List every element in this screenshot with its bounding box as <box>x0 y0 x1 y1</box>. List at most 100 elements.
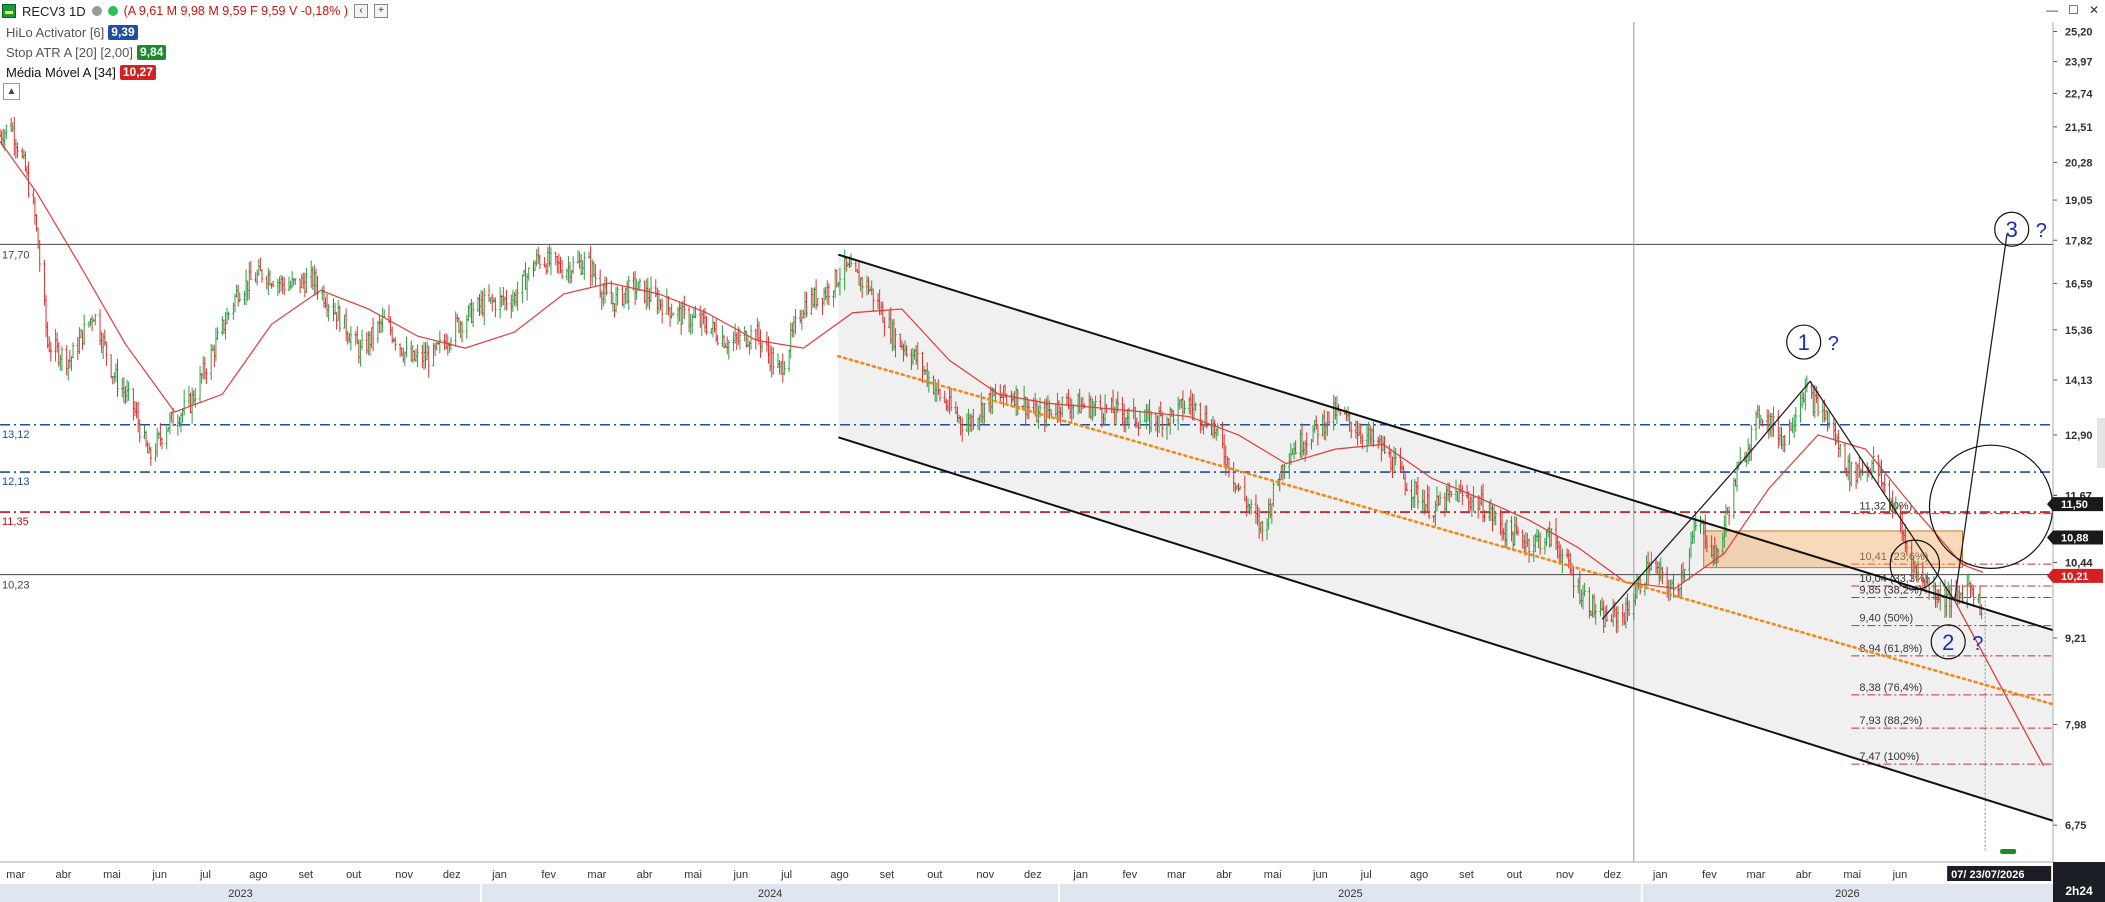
symbol-label[interactable]: RECV3 1D <box>22 4 86 19</box>
y-tick-label: 9,21 <box>2065 633 2086 645</box>
month-label: nov <box>1556 869 1574 881</box>
indicator-hilo[interactable]: HiLo Activator [6] 9,39 <box>6 23 138 41</box>
wave-number: 3 <box>2006 217 2018 242</box>
wave-question-mark: ? <box>2036 220 2047 242</box>
month-label: jun <box>1892 869 1908 881</box>
year-label: 2023 <box>228 888 252 900</box>
month-label: mar <box>1746 869 1765 881</box>
month-label: abr <box>1796 869 1812 881</box>
fib-level-label: 7,93 (88,2%) <box>1859 715 1922 727</box>
fib-level-label: 9,40 (50%) <box>1859 613 1913 625</box>
chart-title-bar: RECV3 1D (A 9,61 M 9,98 M 9,59 F 9,59 V … <box>0 0 2062 22</box>
month-label: jul <box>1360 869 1372 881</box>
indicator-stop-atr[interactable]: Stop ATR A [20] [2,00] 9,84 <box>6 43 167 61</box>
month-label: set <box>298 869 313 881</box>
h-line-label: 13,12 <box>2 429 30 441</box>
month-label: fev <box>1702 869 1717 881</box>
month-label: dez <box>1024 869 1042 881</box>
month-label: set <box>1459 869 1474 881</box>
symbol-icon <box>2 4 16 18</box>
live-dot-icon <box>107 6 118 16</box>
month-label: ago <box>249 869 267 881</box>
y-tick-label: 19,05 <box>2065 195 2093 207</box>
fib-level-label: 7,47 (100%) <box>1859 751 1919 763</box>
indicator-label: Stop ATR A [20] [2,00] <box>6 44 133 60</box>
month-label: ago <box>1410 869 1428 881</box>
year-label: 2024 <box>758 888 782 900</box>
wave-question-mark: ? <box>1828 333 1839 355</box>
y-tick-label: 10,44 <box>2065 557 2093 569</box>
price-chart[interactable]: 17,7013,1212,1311,3510,2311,32 (0%)10,41… <box>0 0 2105 902</box>
month-label: mai <box>684 869 702 881</box>
h-line-label: 12,13 <box>2 476 30 488</box>
month-label: set <box>880 869 895 881</box>
timeframe-corner[interactable]: 2h24 <box>2053 862 2105 902</box>
indicator-label: HiLo Activator [6] <box>6 24 105 40</box>
fib-level-label: 11,32 (0%) <box>1859 501 1912 513</box>
status-dot-icon <box>91 6 102 16</box>
month-label: out <box>927 869 942 881</box>
month-label: mar <box>587 869 606 881</box>
y-tick-label: 23,97 <box>2065 57 2093 69</box>
wave-number: 2 <box>1942 630 1954 655</box>
side-scroll-handle[interactable] <box>2097 418 2105 468</box>
collapse-indicators-button[interactable]: ▲ <box>3 83 20 100</box>
indicator-moving-average[interactable]: Média Móvel A [34] 10,27 <box>6 63 156 81</box>
y-tick-label: 20,28 <box>2065 157 2093 169</box>
month-label: fev <box>1122 869 1137 881</box>
month-label: jun <box>1312 869 1328 881</box>
month-label: mar <box>6 869 25 881</box>
indicator-value-badge: 10,27 <box>119 64 156 80</box>
window-controls: — ☐ ✕ <box>2046 3 2099 17</box>
month-label: abr <box>1216 869 1232 881</box>
y-tick-label: 7,98 <box>2065 719 2086 731</box>
maximize-icon[interactable]: ☐ <box>2068 3 2079 17</box>
h-line-label: 17,70 <box>2 249 30 261</box>
wave-number: 1 <box>1798 330 1810 355</box>
chevron-left-icon[interactable]: ‹ <box>354 4 368 18</box>
price-tag-label: 10,21 <box>2061 571 2089 583</box>
indicator-value-badge: 9,84 <box>136 44 167 60</box>
month-label: fev <box>541 869 556 881</box>
volume-marker <box>2000 849 2017 854</box>
month-label: ago <box>830 869 848 881</box>
month-label: nov <box>395 869 413 881</box>
month-label: abr <box>56 869 72 881</box>
y-tick-label: 15,36 <box>2065 325 2093 337</box>
month-label: mai <box>103 869 121 881</box>
wave-question-mark: ? <box>1972 633 1983 655</box>
y-tick-label: 21,51 <box>2065 122 2093 134</box>
month-label: jan <box>1652 869 1668 881</box>
month-label: jan <box>491 869 507 881</box>
year-label: 2026 <box>1835 888 1859 900</box>
month-label: dez <box>1604 869 1622 881</box>
y-tick-label: 16,59 <box>2065 278 2093 290</box>
y-tick-label: 6,75 <box>2065 820 2086 832</box>
y-tick-label: 14,13 <box>2065 375 2093 387</box>
date-tag-label: 07/ 23/07/2026 <box>1951 869 2024 881</box>
year-label: 2025 <box>1338 888 1362 900</box>
add-indicator-button[interactable]: + <box>374 4 388 18</box>
month-label: mai <box>1264 869 1282 881</box>
month-label: out <box>346 869 361 881</box>
month-label: abr <box>637 869 653 881</box>
price-tag-label: 11,50 <box>2061 499 2088 511</box>
fib-level-label: 8,38 (76,4%) <box>1859 682 1922 694</box>
minimize-icon[interactable]: — <box>2046 3 2058 17</box>
month-label: mar <box>1167 869 1186 881</box>
month-label: jul <box>199 869 211 881</box>
month-label: jul <box>780 869 792 881</box>
month-label: jan <box>1072 869 1088 881</box>
y-tick-label: 17,82 <box>2065 235 2093 247</box>
h-line-label: 11,35 <box>2 516 29 528</box>
y-tick-label: 22,74 <box>2065 88 2093 100</box>
price-tag-label: 10,88 <box>2061 533 2089 545</box>
y-tick-label: 25,20 <box>2065 26 2093 38</box>
close-icon[interactable]: ✕ <box>2089 3 2099 17</box>
month-label: jun <box>732 869 748 881</box>
month-label: mai <box>1843 869 1861 881</box>
month-label: jun <box>151 869 167 881</box>
h-line-label: 10,23 <box>2 580 30 592</box>
ohlc-readout: (A 9,61 M 9,98 M 9,59 F 9,59 V -0,18% ) <box>123 4 348 18</box>
fib-level-label: 8,94 (61,8%) <box>1859 643 1922 655</box>
